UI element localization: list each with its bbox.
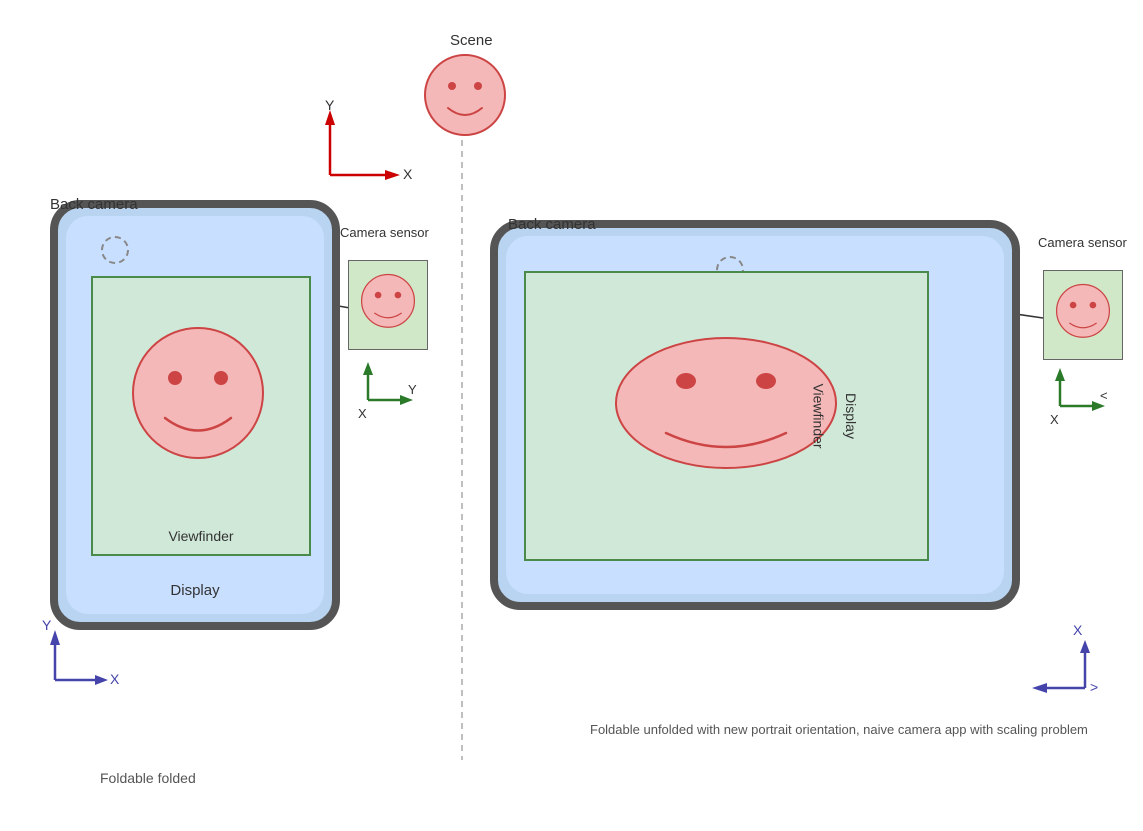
svg-text:<: < bbox=[1100, 388, 1108, 403]
svg-text:Y: Y bbox=[42, 617, 52, 633]
phone-left-inner: Viewfinder Display bbox=[66, 216, 324, 614]
display-right-label: Display bbox=[706, 271, 996, 561]
viewfinder-left: Viewfinder bbox=[91, 276, 311, 556]
phone-right: Viewfinder Display bbox=[490, 220, 1020, 610]
svg-text:Y: Y bbox=[325, 97, 335, 113]
scene-label: Scene bbox=[450, 32, 493, 49]
svg-text:>: > bbox=[1090, 679, 1098, 695]
label-unfolded: Foldable unfolded with new portrait orie… bbox=[590, 720, 1088, 740]
scene-face bbox=[420, 50, 510, 140]
camera-sensor-right bbox=[1043, 270, 1123, 360]
viewfinder-face-left bbox=[123, 318, 273, 468]
svg-text:X: X bbox=[358, 406, 367, 421]
display-left-label: Display bbox=[66, 582, 324, 599]
camera-sensor-label-left: Camera sensor bbox=[340, 225, 429, 242]
camera-sensor-label-right: Camera sensor bbox=[1038, 235, 1127, 252]
label-folded: Foldable folded bbox=[100, 770, 196, 786]
sensor-face-right bbox=[1044, 271, 1122, 359]
sensor-face-left bbox=[349, 261, 427, 349]
svg-text:X: X bbox=[110, 671, 120, 687]
back-camera-label-left: Back camera bbox=[50, 195, 138, 215]
svg-text:X: X bbox=[1073, 622, 1083, 638]
viewfinder-left-label: Viewfinder bbox=[93, 528, 309, 544]
svg-text:Y: Y bbox=[408, 382, 417, 397]
svg-text:X: X bbox=[403, 166, 413, 182]
phone-right-inner: Viewfinder Display bbox=[506, 236, 1004, 594]
camera-sensor-left bbox=[348, 260, 428, 350]
back-camera-label-right: Back camera bbox=[508, 215, 596, 235]
camera-hole-left bbox=[101, 236, 129, 264]
svg-text:X: X bbox=[1050, 412, 1059, 427]
phone-left: Viewfinder Display bbox=[50, 200, 340, 630]
